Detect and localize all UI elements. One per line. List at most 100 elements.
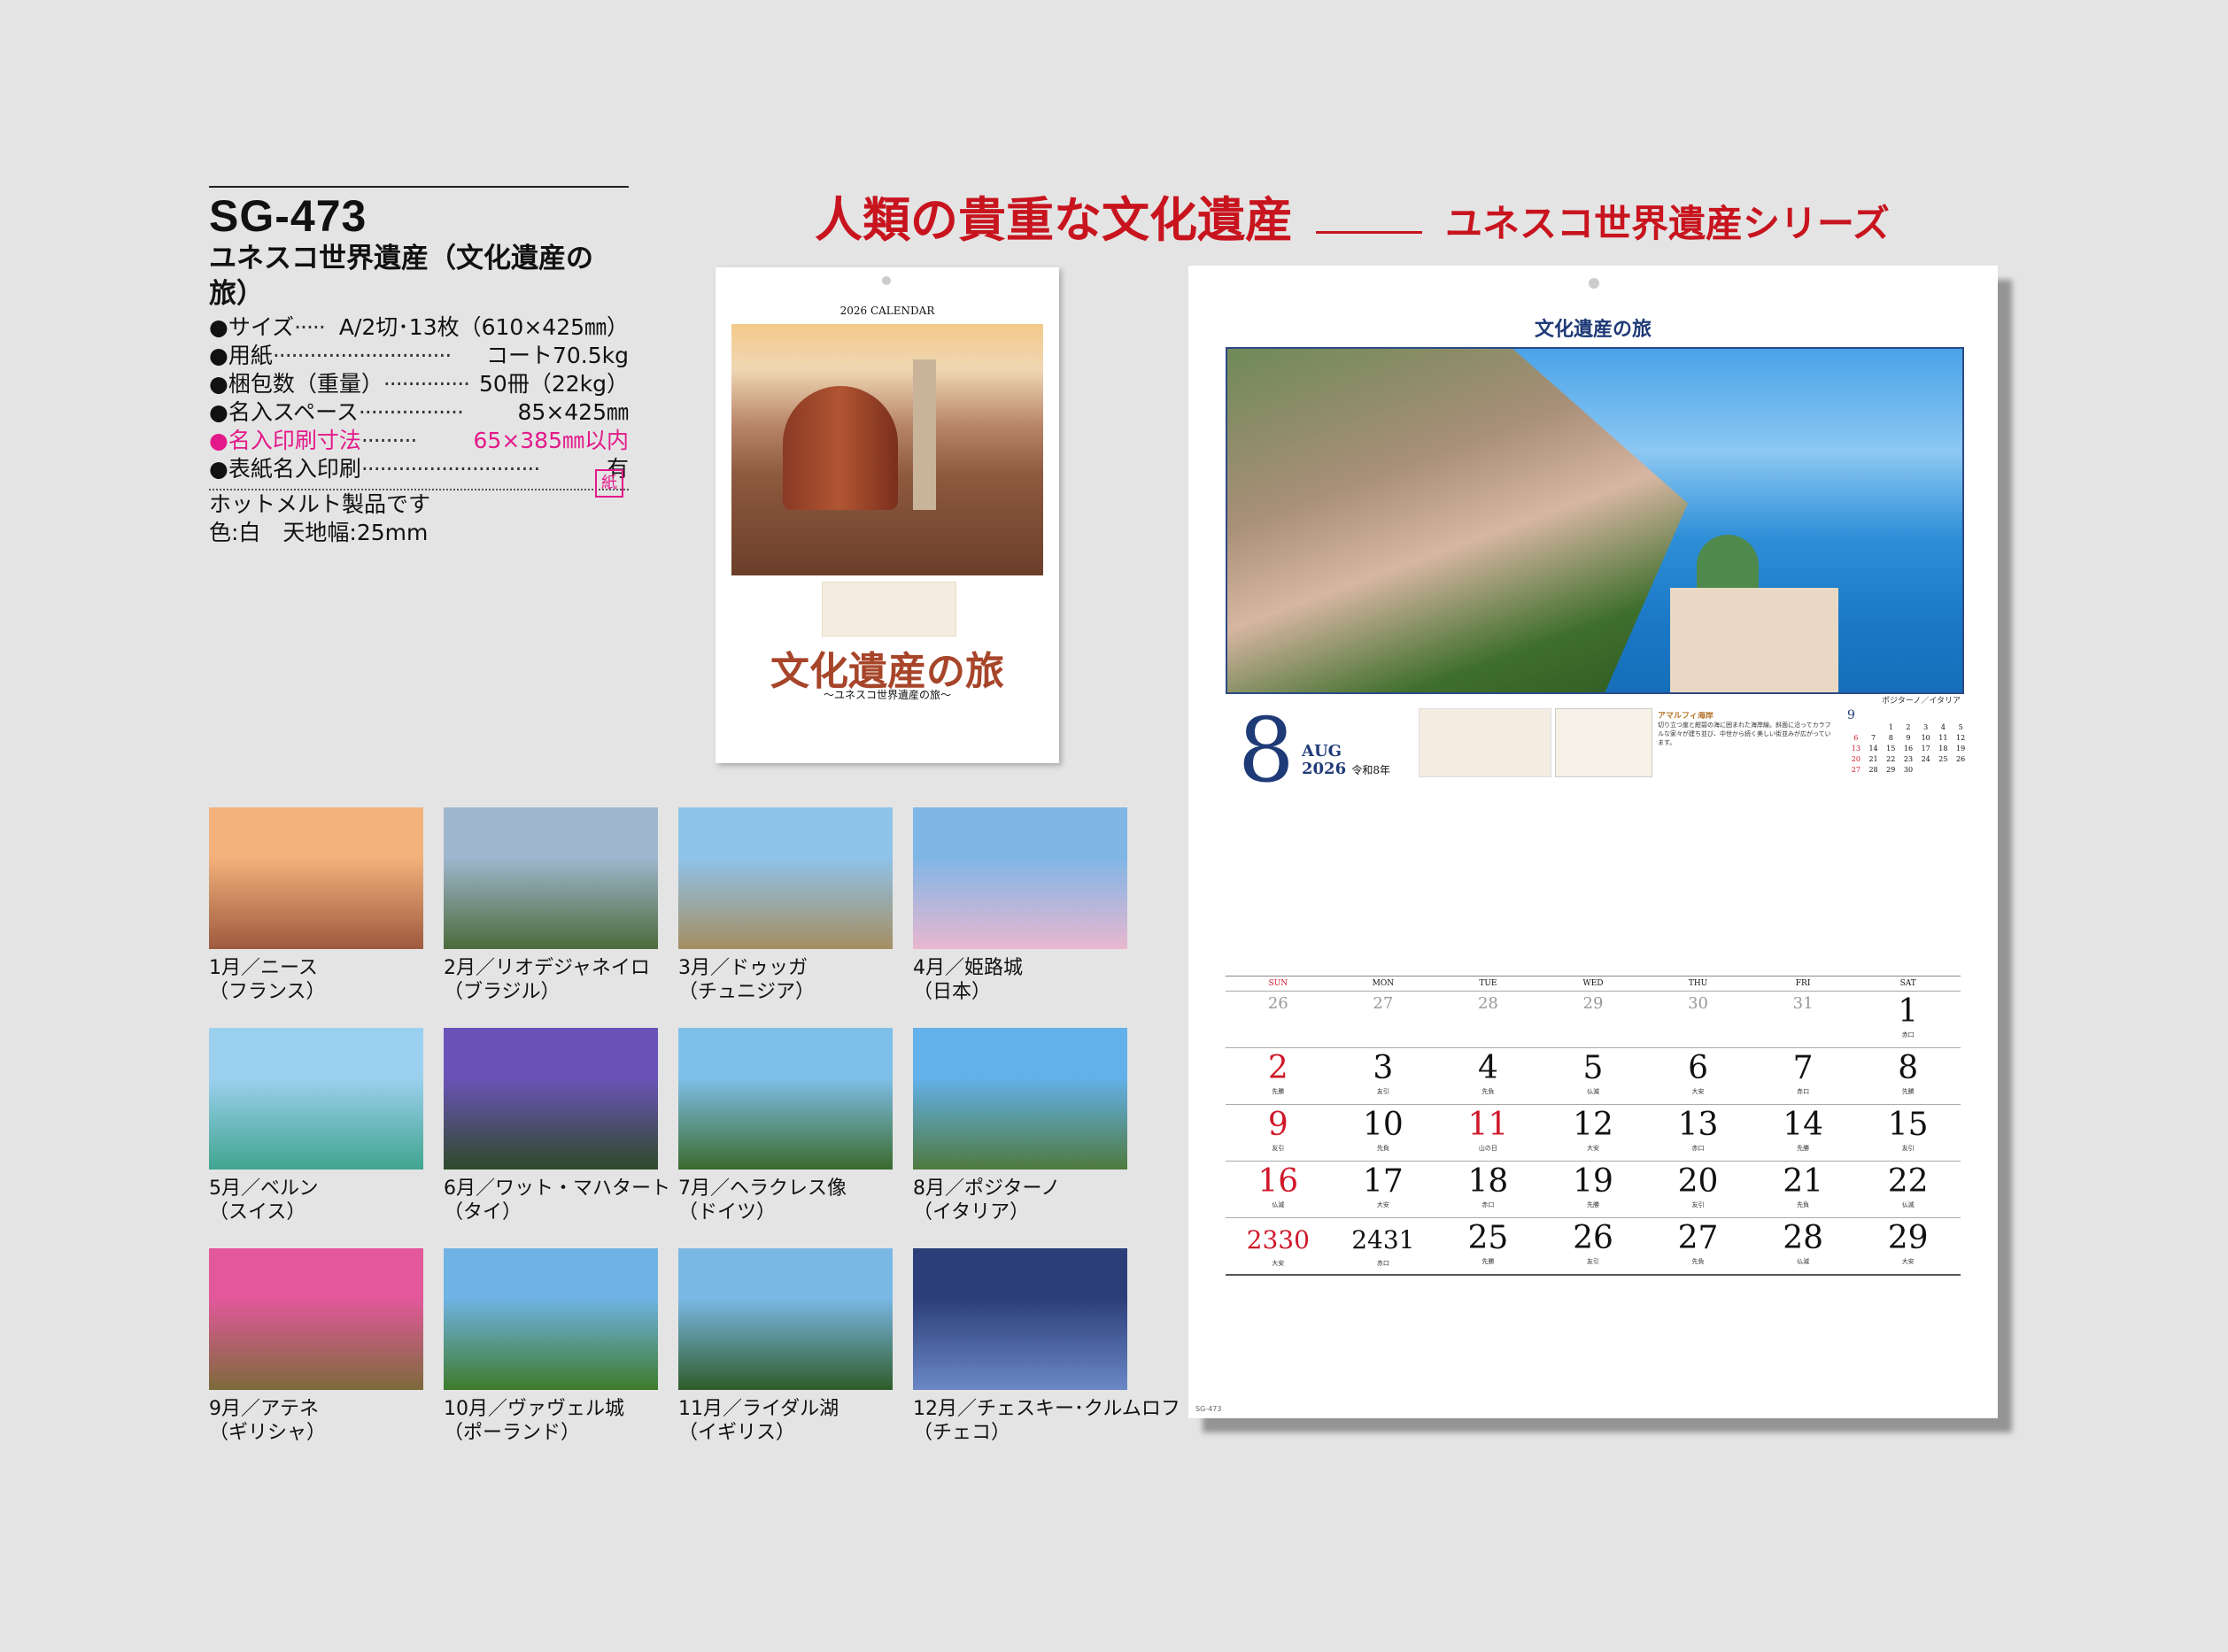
spec-value: 85×425㎜ <box>517 399 629 425</box>
thumbnail-caption: 12月／チェスキー･クルムロフ （チェコ） <box>913 1397 1180 1445</box>
rokuyo-label: 先勝 <box>1272 1088 1285 1095</box>
caption-month-place: 9月／アテネ <box>209 1398 319 1420</box>
rokuyo-label: 先負 <box>1376 1145 1389 1152</box>
spec-list: ●サイズ ····· A/2切･13枚（610×425㎜） ●用紙 ··········… <box>209 313 629 483</box>
caption-month-place: 2月／リオデジャネイロ <box>444 957 650 979</box>
day-number: 4 <box>1477 1050 1498 1086</box>
rokuyo-label: 友引 <box>1272 1145 1285 1152</box>
mini-day: 13 <box>1851 745 1861 753</box>
caption-month-place: 10月／ヴァヴェル城 <box>444 1398 624 1420</box>
spec-label: ●名入印刷寸法 <box>209 428 361 453</box>
thumbnail-photo <box>209 807 423 949</box>
day-number: 7 <box>1792 1050 1814 1086</box>
rokuyo-label: 赤口 <box>1376 1260 1389 1267</box>
thumbnail-caption: 4月／姫路城 （日本） <box>913 956 1023 1004</box>
spec-value: コート70.5kg <box>485 343 629 368</box>
day-number: 9 <box>1267 1107 1288 1143</box>
thumbnail-photo <box>678 807 893 949</box>
spec-row: ●梱包数（重量） ·············· 50冊（22kg） <box>209 370 629 398</box>
thumbnail-caption: 5月／ベルン （スイス） <box>209 1177 319 1224</box>
spec-row: ●表紙名入印刷 ····························· 有 <box>209 455 629 483</box>
month-thumbnail: 8月／ポジターノ （イタリア） <box>913 1028 1127 1224</box>
rokuyo-label: 仏滅 <box>1797 1258 1810 1265</box>
mini-day: 26 <box>1956 755 1966 763</box>
weekday-fri: FRI <box>1750 976 1856 992</box>
day-number: 15 <box>1887 1107 1929 1143</box>
month-thumbnail: 10月／ヴァヴェル城 （ポーランド） <box>444 1248 658 1444</box>
day-number: 10 <box>1362 1107 1404 1143</box>
hanging-hole <box>1589 278 1599 289</box>
rokuyo-label: 友引 <box>1691 1201 1705 1208</box>
mini-day: 7 <box>1871 734 1876 742</box>
thumbnail-caption: 9月／アテネ （ギリシャ） <box>209 1397 326 1445</box>
month-thumbnail: 9月／アテネ （ギリシャ） <box>209 1248 423 1444</box>
calendar-day: 25 先勝 <box>1435 1217 1541 1276</box>
month-thumbnail: 5月／ベルン （スイス） <box>209 1028 423 1224</box>
mini-day: 18 <box>1938 745 1948 753</box>
mini-day: 5 <box>1958 723 1963 731</box>
rokuyo-label: 仏滅 <box>1901 1201 1915 1208</box>
rokuyo-label: 大安 <box>1901 1258 1915 1265</box>
calendar-photo <box>1226 347 1964 694</box>
calendar-day: 31 <box>1750 991 1856 1048</box>
caption-month-place: 6月／ワット・マハタート <box>444 1177 670 1200</box>
calendar-week: 16 仏滅 17 大安 18 赤口 19 先勝 20 友引 21 先負 22 仏滅 <box>1226 1161 1961 1218</box>
spec-dots: ········· <box>360 428 418 453</box>
calendar-day: 10 先負 <box>1330 1104 1436 1162</box>
spec-value: A/2切･13枚（610×425㎜） <box>338 314 629 340</box>
calendar-day: 13 赤口 <box>1645 1104 1751 1162</box>
day-number: 17 <box>1362 1163 1404 1200</box>
caption-country: （イギリス） <box>678 1422 796 1444</box>
month-thumbnail: 1月／ニース （フランス） <box>209 807 423 1003</box>
caption-country: （タイ） <box>444 1201 522 1224</box>
caption-country: （スイス） <box>209 1201 306 1224</box>
rokuyo-label: 友引 <box>1376 1088 1389 1095</box>
rokuyo-label: 先勝 <box>1901 1088 1915 1095</box>
bell-tower-shape <box>913 359 936 510</box>
mini-grid: 1 2 3 4 5 6 7 8 9 10 11 12 13 14 15 16 17 18 19 20 21 22 23 24 2… <box>1847 722 1969 776</box>
spec-row: ●名入スペース ················· 85×425㎜ <box>209 398 629 427</box>
mini-day: 2 <box>1906 723 1911 731</box>
thumbnail-caption: 7月／ヘラクレス像 （ドイツ） <box>678 1177 847 1224</box>
day-number: 20 <box>1677 1163 1719 1200</box>
spec-dots: ····· <box>294 314 326 340</box>
mini-day: 29 <box>1886 766 1896 774</box>
calendar-day: 20 友引 <box>1645 1161 1751 1218</box>
spec-label: ●梱包数（重量） <box>209 371 383 397</box>
thumbnail-caption: 6月／ワット・マハタート （タイ） <box>444 1177 670 1224</box>
calendar-day: 26 友引 <box>1540 1217 1646 1276</box>
photo-caption: ポジターノ／イタリア <box>1882 697 1961 706</box>
calendar-week: 2330 大安 2431 赤口 25 先勝 26 友引 27 先負 28 仏滅 29 大安 <box>1226 1217 1961 1276</box>
calendar-day: 29 <box>1540 991 1646 1048</box>
rokuyo-label: 先勝 <box>1481 1258 1495 1265</box>
mini-day: 17 <box>1921 745 1930 753</box>
thumbnail-photo <box>444 1028 658 1170</box>
month-grid: SUN MON TUE WED THU FRI SAT 26 27 28 29 30 31 1 赤口 2 先勝… <box>1226 976 1961 1276</box>
rokuyo-label: 赤口 <box>1797 1088 1810 1095</box>
mini-day <box>1917 765 1935 776</box>
month-thumbnail: 2月／リオデジャネイロ （ブラジル） <box>444 807 658 1003</box>
mini-week: 27 28 29 30 <box>1847 765 1969 776</box>
spec-row: ●用紙 ····························· コート70.5k… <box>209 342 629 370</box>
spec-dots: ····························· <box>272 343 452 368</box>
thumbnail-photo <box>913 1028 1127 1170</box>
thumbnail-caption: 10月／ヴァヴェル城 （ポーランド） <box>444 1397 624 1445</box>
calendar-title: 文化遺産の旅 <box>1534 318 1652 341</box>
day-number: 27 <box>1373 994 1394 1013</box>
mini-day: 8 <box>1888 734 1893 742</box>
spec-label: ●表紙名入印刷 <box>209 456 361 482</box>
year-number: 2026 <box>1302 760 1347 778</box>
rokuyo-label: 大安 <box>1376 1201 1389 1208</box>
spec-row: ●サイズ ····· A/2切･13枚（610×425㎜） <box>209 313 629 342</box>
weekday-thu: THU <box>1645 976 1751 992</box>
calendar-week: 9 友引 10 先負 11 山の日 12 大安 13 赤口 14 先勝 15 友引 <box>1226 1104 1961 1162</box>
day-number: 31 <box>1792 994 1814 1013</box>
rokuyo-label: 先負 <box>1691 1258 1705 1265</box>
caption-month-place: 4月／姫路城 <box>913 957 1023 979</box>
calendar-day: 16 仏滅 <box>1226 1161 1331 1218</box>
spec-value: 50冊（22kg） <box>479 371 629 397</box>
world-map <box>1419 708 1551 777</box>
spec-dots: ····························· <box>360 456 540 482</box>
rokuyo-label: 先勝 <box>1586 1201 1599 1208</box>
era-label: 令和8年 <box>1351 764 1391 776</box>
